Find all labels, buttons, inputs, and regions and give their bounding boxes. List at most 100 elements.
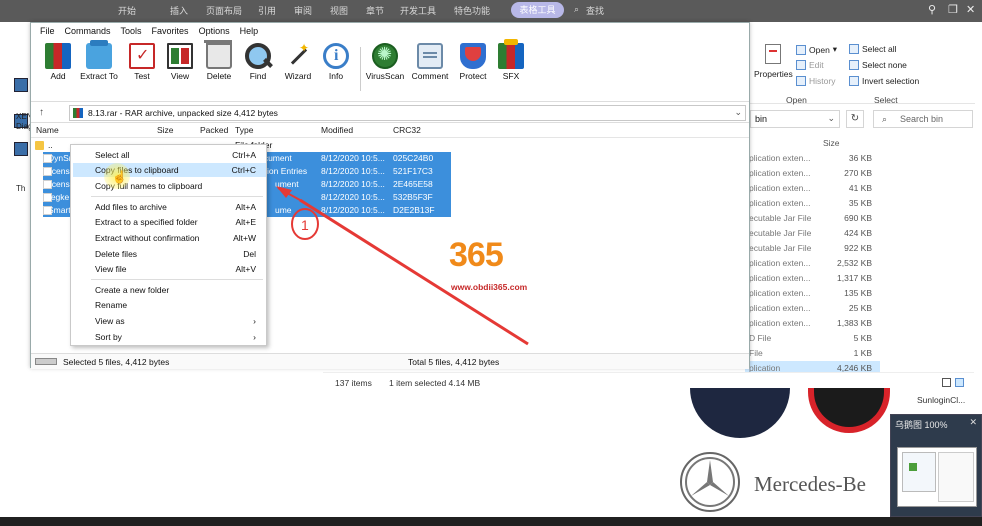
menu-item-add-to-archive[interactable]: Add files to archive Alt+A bbox=[73, 200, 266, 214]
test-check-icon bbox=[129, 43, 155, 69]
menu-item-delete[interactable]: Delete files Del bbox=[73, 247, 266, 261]
list-item[interactable]: ecutable Jar File 424 KB bbox=[745, 226, 880, 241]
menu-favorites[interactable]: Favorites bbox=[147, 23, 194, 39]
edit-button[interactable]: Edit bbox=[796, 60, 824, 70]
explorer-search-input[interactable]: ⌕ Search bin bbox=[873, 110, 973, 128]
list-item[interactable]: plication exten... 270 KB bbox=[745, 166, 880, 181]
size-column-header[interactable]: Size bbox=[823, 138, 840, 148]
select-none-button[interactable]: Select none bbox=[849, 60, 907, 70]
host-tab-start[interactable]: 开始 bbox=[118, 4, 136, 17]
comment-icon bbox=[417, 43, 443, 69]
list-item[interactable]: ecutable Jar File 922 KB bbox=[745, 241, 880, 256]
virus-scan-icon bbox=[372, 43, 398, 69]
desktop-app-icon[interactable] bbox=[14, 78, 28, 92]
menu-item-view-as[interactable]: View as › bbox=[73, 314, 266, 328]
menu-file[interactable]: File bbox=[35, 23, 60, 39]
history-button[interactable]: History bbox=[796, 76, 835, 86]
menu-options[interactable]: Options bbox=[194, 23, 235, 39]
arrow-up-icon[interactable]: ↑ bbox=[39, 107, 44, 118]
comment-button[interactable]: Comment bbox=[406, 41, 454, 81]
explorer-address-bar[interactable]: bin ⌄ bbox=[750, 110, 840, 128]
status-total: Total 5 files, 4,412 bytes bbox=[408, 357, 500, 367]
explorer-file-list: Size plication exten... 36 KB plication e… bbox=[745, 138, 880, 376]
list-item[interactable]: plication exten... 36 KB bbox=[745, 151, 880, 166]
host-tab-reference[interactable]: 引用 bbox=[258, 4, 276, 17]
properties-icon[interactable] bbox=[765, 44, 781, 64]
path-bar: ↑ 8.13.rar - RAR archive, unpacked size … bbox=[31, 101, 749, 123]
menu-item-copy-files[interactable]: Copy files to clipboard Ctrl+C bbox=[73, 163, 266, 177]
preview-title: 乌鹅图 100% bbox=[895, 420, 948, 430]
desktop-label: Th bbox=[16, 184, 26, 193]
mercedes-star-icon bbox=[680, 452, 740, 512]
chevron-down-icon[interactable]: ⌄ bbox=[827, 113, 835, 124]
open-icon bbox=[796, 44, 806, 55]
menu-item-rename[interactable]: Rename bbox=[73, 298, 266, 312]
invert-selection-button[interactable]: Invert selection bbox=[849, 76, 919, 86]
watermark-logo: 365 www.obdii365.com bbox=[445, 236, 545, 298]
thumbnail-preview[interactable]: 乌鹅图 100% ✕ bbox=[890, 414, 982, 517]
column-modified[interactable]: Modified bbox=[321, 125, 353, 135]
preview-image bbox=[897, 447, 977, 507]
column-crc32[interactable]: CRC32 bbox=[393, 125, 421, 135]
host-tab-insert[interactable]: 插入 bbox=[170, 4, 188, 17]
refresh-icon[interactable]: ↻ bbox=[846, 110, 864, 128]
menu-item-copy-names[interactable]: Copy full names to clipboard bbox=[73, 179, 266, 193]
search-icon[interactable]: ⌕ bbox=[574, 4, 579, 15]
invert-selection-icon bbox=[849, 76, 859, 86]
search-icon: ⌕ bbox=[882, 114, 888, 124]
pin-icon[interactable]: ⚲ bbox=[928, 3, 936, 16]
host-tab-review[interactable]: 审阅 bbox=[294, 4, 312, 17]
mouse-pointer-icon: ☝ bbox=[112, 170, 127, 184]
column-name[interactable]: Name bbox=[36, 125, 59, 135]
column-type[interactable]: Type bbox=[235, 125, 253, 135]
menu-tools[interactable]: Tools bbox=[116, 23, 147, 39]
details-view-icon[interactable] bbox=[942, 378, 951, 387]
close-icon[interactable]: ✕ bbox=[966, 3, 975, 16]
context-menu: Select all Ctrl+A Copy files to clipboard… bbox=[70, 144, 267, 346]
extract-to-button[interactable]: Extract To bbox=[75, 40, 123, 81]
restore-icon[interactable]: ❐ bbox=[948, 3, 958, 16]
tiles-view-icon[interactable] bbox=[955, 378, 964, 387]
list-item[interactable]: plication exten... 35 KB bbox=[745, 196, 880, 211]
menu-item-sort-by[interactable]: Sort by › bbox=[73, 330, 266, 344]
menu-item-view-file[interactable]: View file Alt+V bbox=[73, 262, 266, 276]
menu-commands[interactable]: Commands bbox=[60, 23, 116, 39]
host-tab-section[interactable]: 章节 bbox=[366, 4, 384, 17]
column-packed[interactable]: Packed bbox=[200, 125, 228, 135]
extract-folder-icon bbox=[86, 40, 112, 69]
menu-item-extract-to[interactable]: Extract to a specified folder Alt+E bbox=[73, 215, 266, 229]
list-item[interactable]: plication exten... 41 KB bbox=[745, 181, 880, 196]
list-item[interactable]: plication exten... 1,317 KB bbox=[745, 271, 880, 286]
host-tab-view[interactable]: 视图 bbox=[330, 4, 348, 17]
list-item[interactable]: D File 5 KB bbox=[745, 331, 880, 346]
select-none-icon bbox=[849, 60, 859, 70]
properties-button[interactable]: Properties bbox=[754, 69, 793, 79]
brand-text: Mercedes-Be bbox=[754, 472, 866, 496]
host-tab-table-tools[interactable]: 表格工具 bbox=[511, 2, 564, 18]
close-icon[interactable]: ✕ bbox=[969, 417, 977, 428]
list-item[interactable]: plication exten... 135 KB bbox=[745, 286, 880, 301]
list-item[interactable]: plication exten... 2,532 KB bbox=[745, 256, 880, 271]
info-button[interactable]: Info bbox=[312, 41, 360, 81]
select-all-button[interactable]: Select all bbox=[849, 44, 897, 54]
open-button[interactable]: Open ▾ bbox=[796, 44, 837, 55]
list-item[interactable]: ecutable Jar File 690 KB bbox=[745, 211, 880, 226]
menu-help[interactable]: Help bbox=[235, 23, 264, 39]
menu-item-select-all[interactable]: Select all Ctrl+A bbox=[73, 148, 266, 162]
menu-item-new-folder[interactable]: Create a new folder bbox=[73, 283, 266, 297]
host-tab-features[interactable]: 特色功能 bbox=[454, 4, 490, 17]
sfx-button[interactable]: SFX bbox=[487, 39, 535, 81]
menu-item-extract-noconfirm[interactable]: Extract without confirmation Alt+W bbox=[73, 231, 266, 245]
list-item[interactable]: plication exten... 1,383 KB bbox=[745, 316, 880, 331]
info-icon bbox=[323, 43, 349, 69]
list-item[interactable]: File 1 KB bbox=[745, 346, 880, 361]
chevron-down-icon[interactable]: ⌄ bbox=[734, 107, 742, 118]
host-search-label[interactable]: 查找 bbox=[586, 4, 604, 17]
host-tab-devtools[interactable]: 开发工具 bbox=[400, 4, 436, 17]
archive-path-field[interactable]: 8.13.rar - RAR archive, unpacked size 4,… bbox=[69, 105, 746, 121]
virusscan-button[interactable]: VirusScan bbox=[361, 41, 409, 81]
list-item[interactable]: plication exten... 25 KB bbox=[745, 301, 880, 316]
desktop-app-icon[interactable] bbox=[14, 142, 28, 156]
column-size[interactable]: Size bbox=[157, 125, 174, 135]
host-tab-layout[interactable]: 页面布局 bbox=[206, 4, 242, 17]
